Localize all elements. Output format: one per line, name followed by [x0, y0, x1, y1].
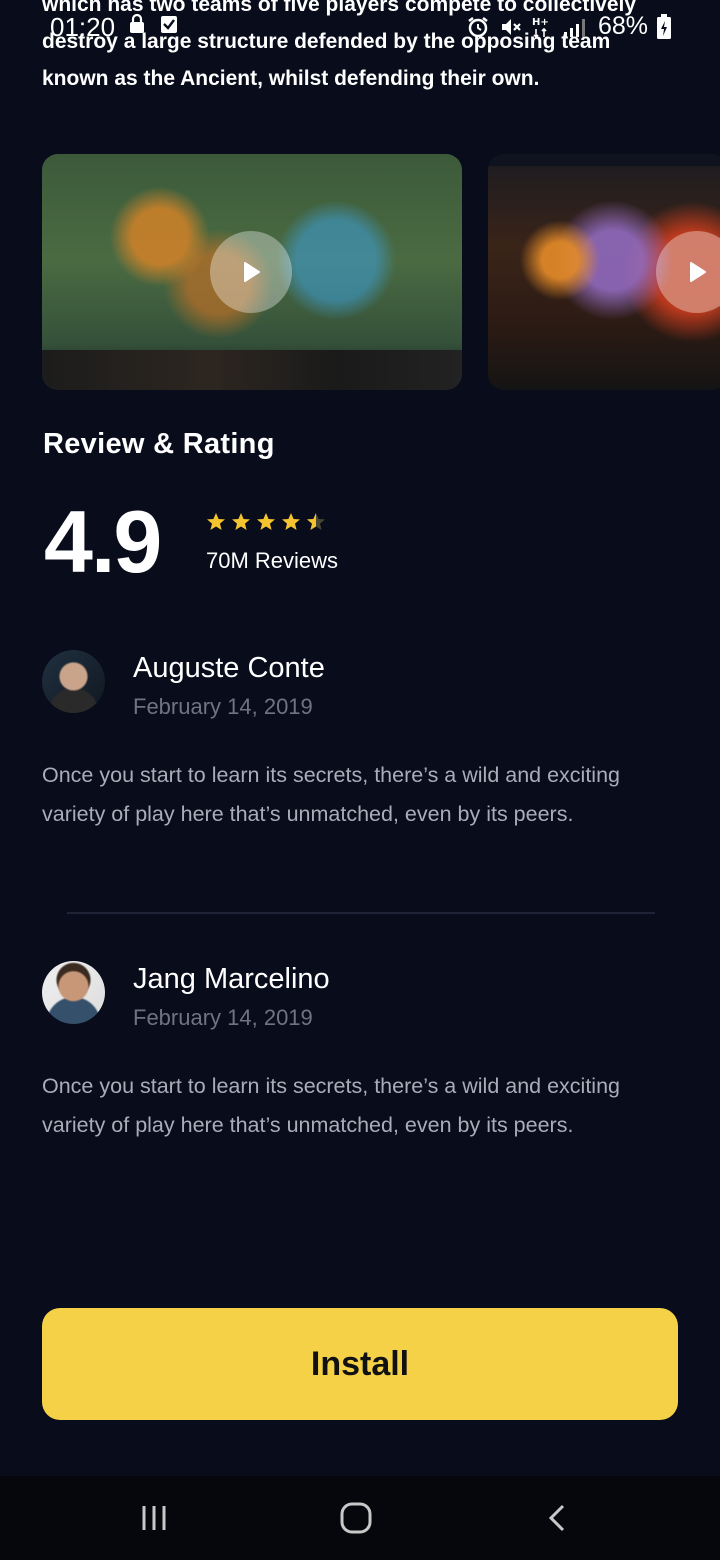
rating-score: 4.9 — [44, 492, 162, 591]
install-button[interactable]: Install — [42, 1308, 678, 1420]
avatar — [42, 650, 105, 713]
gameplay-video-thumbnail[interactable] — [42, 154, 462, 390]
reviewer-name: Jang Marcelino — [133, 963, 330, 995]
alarm-icon — [468, 16, 488, 37]
play-button[interactable] — [656, 231, 720, 313]
home-icon — [340, 1502, 372, 1534]
video-top-bar — [488, 154, 720, 166]
review-text: Once you start to learn its secrets, the… — [42, 763, 620, 826]
navigation-bar — [0, 1476, 720, 1560]
status-time: 01:20 — [50, 12, 116, 42]
play-button[interactable] — [210, 231, 292, 313]
battery-charging-icon — [657, 13, 671, 39]
review-date: February 14, 2019 — [133, 694, 313, 719]
hero-video-thumbnail[interactable] — [488, 154, 720, 390]
lock-icon — [130, 14, 144, 33]
recent-apps-button[interactable] — [134, 1498, 174, 1538]
play-icon — [690, 262, 706, 282]
star-rating — [206, 512, 326, 532]
section-title: Review & Rating — [43, 428, 275, 460]
half-star-icon — [307, 513, 325, 530]
status-bar: 01:20 H+ 68% — [0, 0, 720, 52]
battery-percent: 68% — [597, 12, 648, 40]
back-button[interactable] — [538, 1498, 578, 1538]
recent-apps-icon — [142, 1506, 166, 1530]
star-icon — [257, 513, 275, 530]
back-icon — [548, 1504, 565, 1532]
check-icon — [161, 16, 177, 33]
star-icon — [207, 513, 225, 530]
review-text: Once you start to learn its secrets, the… — [42, 1074, 620, 1137]
review-count: 70M Reviews — [206, 548, 339, 573]
divider — [67, 912, 655, 914]
mute-icon — [501, 18, 521, 35]
reviewer-name: Auguste Conte — [133, 652, 325, 684]
play-icon — [244, 262, 260, 282]
signal-icon — [563, 18, 585, 37]
avatar — [42, 961, 105, 1024]
review-date: February 14, 2019 — [133, 1005, 313, 1030]
home-button[interactable] — [336, 1498, 376, 1538]
network-h-plus-icon: H+ — [532, 17, 549, 38]
media-carousel[interactable] — [42, 154, 720, 390]
star-icon — [232, 513, 250, 530]
star-icon — [282, 513, 300, 530]
svg-text:H+: H+ — [532, 17, 549, 28]
